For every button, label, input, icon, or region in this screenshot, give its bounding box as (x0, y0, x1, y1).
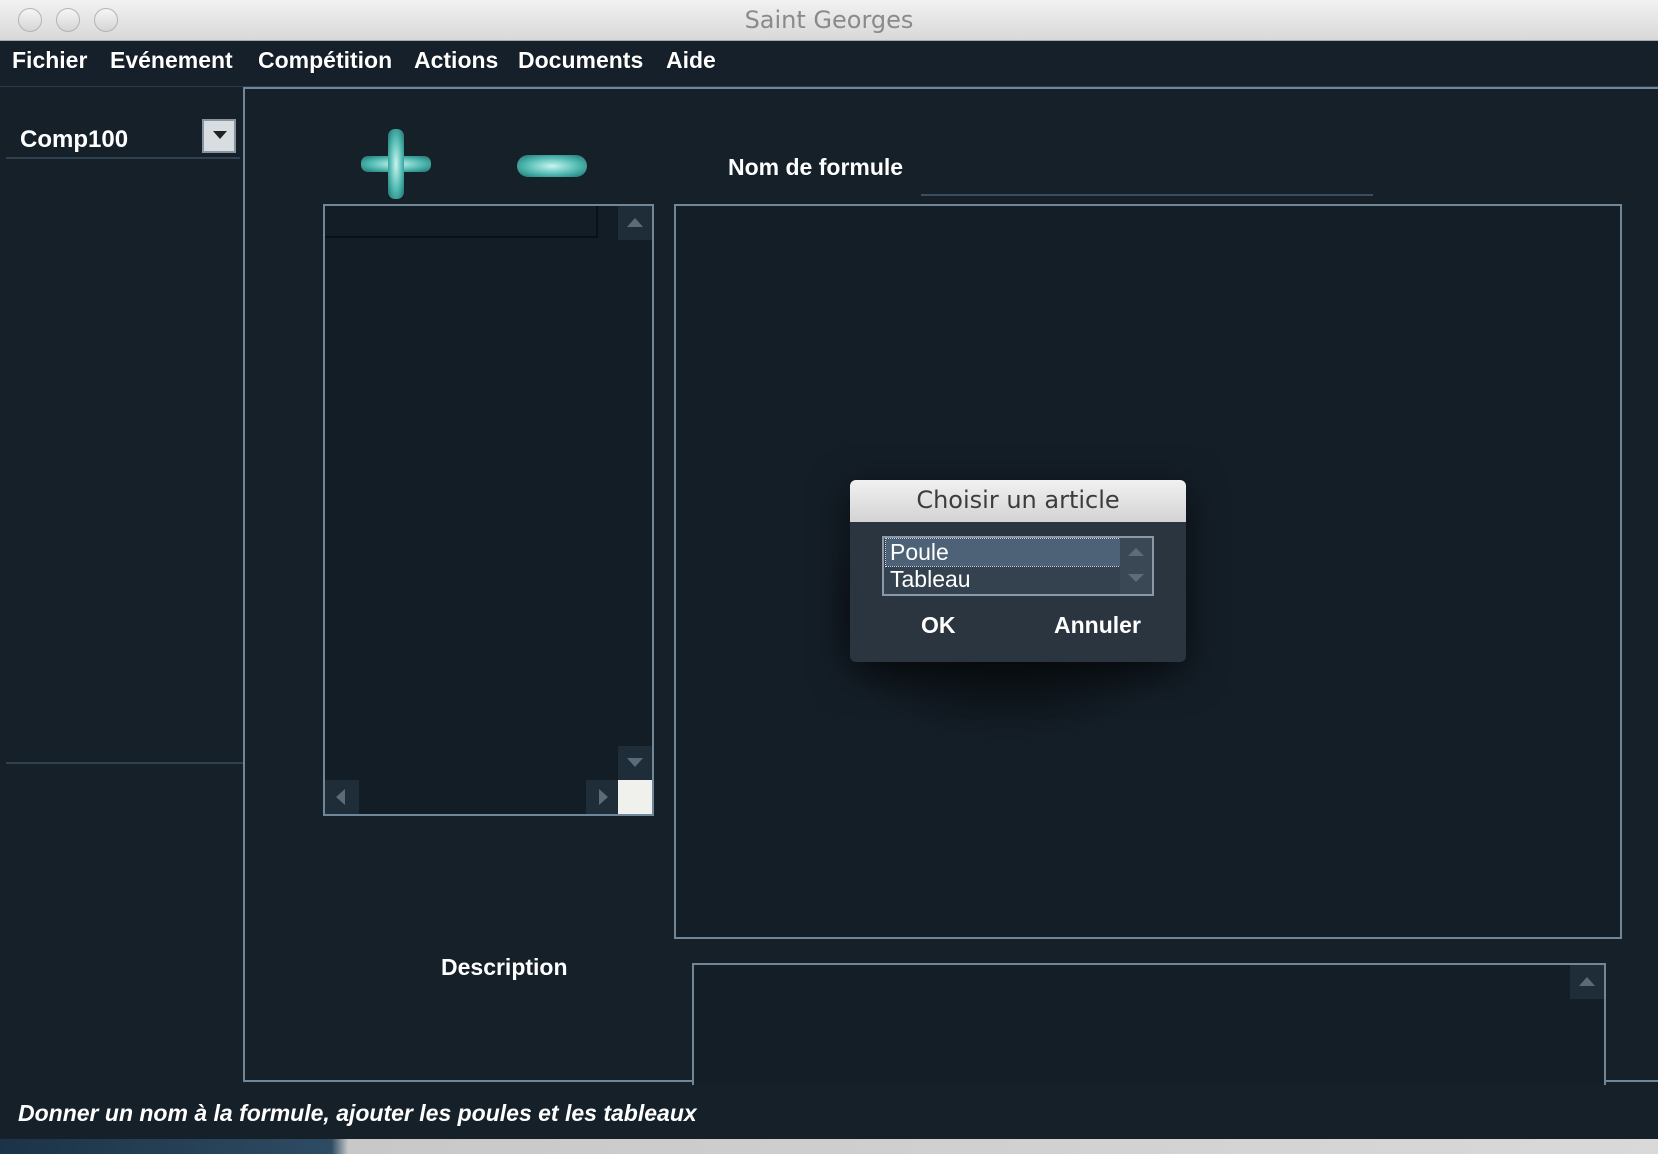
menu-actions[interactable]: Actions (414, 47, 498, 74)
list-item[interactable] (325, 206, 598, 238)
scroll-up-arrow-icon[interactable] (618, 206, 652, 240)
scrollbar-corner (618, 780, 652, 814)
plus-icon[interactable] (361, 129, 431, 199)
sidebar-divider (6, 762, 243, 764)
window-title: Saint Georges (744, 6, 914, 34)
taskbar-strip (0, 1139, 1658, 1154)
dialog-list-scrollbar[interactable] (1120, 538, 1152, 594)
menu-fichier[interactable]: Fichier (12, 47, 87, 74)
chevron-down-icon[interactable] (202, 119, 236, 153)
menu-competition[interactable]: Compétition (258, 47, 392, 74)
menu-evenement[interactable]: Evénement (110, 47, 233, 74)
description-textarea[interactable] (692, 963, 1606, 1085)
vertical-scrollbar[interactable] (618, 206, 652, 780)
formula-name-input[interactable] (921, 194, 1373, 196)
choose-article-dialog: Choisir un article Poule Tableau OK Annu… (850, 480, 1186, 662)
article-type-list[interactable]: Poule Tableau (882, 536, 1154, 596)
scroll-right-arrow-icon[interactable] (586, 780, 620, 814)
option-poule[interactable]: Poule (885, 538, 1121, 567)
formula-name-label: Nom de formule (728, 154, 904, 180)
scroll-left-arrow-icon[interactable] (325, 780, 359, 814)
scroll-down-arrow-icon[interactable] (618, 746, 652, 780)
scroll-up-arrow-icon[interactable] (1570, 965, 1604, 999)
competition-selected-label: Comp100 (20, 126, 129, 153)
dialog-title: Choisir un article (850, 480, 1186, 522)
option-tableau[interactable]: Tableau (886, 566, 1120, 593)
competition-selector[interactable]: Comp100 (6, 117, 240, 159)
menu-documents[interactable]: Documents (518, 47, 643, 74)
ok-button[interactable]: OK (921, 612, 956, 639)
description-label: Description (441, 954, 568, 980)
minus-icon[interactable] (517, 155, 587, 177)
menu-bar: Fichier Evénement Compétition Actions Do… (0, 41, 1658, 87)
status-message: Donner un nom à la formule, ajouter les … (18, 1100, 697, 1126)
cancel-button[interactable]: Annuler (1054, 612, 1141, 639)
sidebar: Comp100 (0, 87, 243, 1087)
menu-aide[interactable]: Aide (666, 47, 716, 74)
article-list[interactable] (323, 204, 654, 816)
title-bar: Saint Georges (0, 0, 1658, 41)
